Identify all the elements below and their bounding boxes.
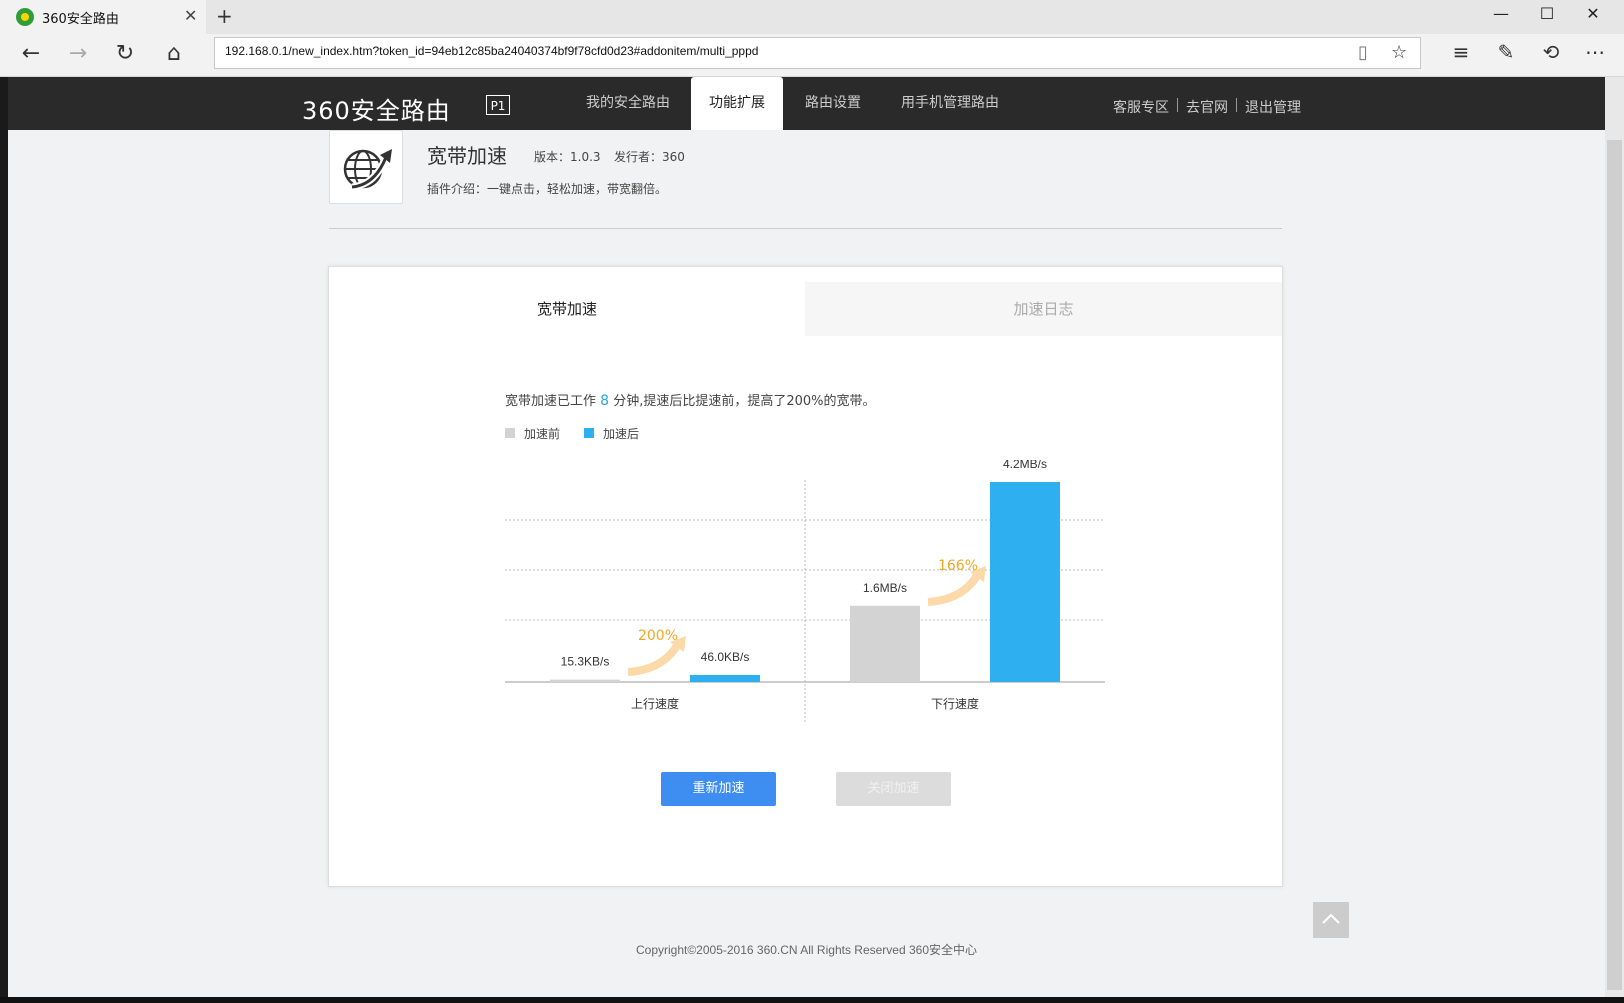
nav-my-router[interactable]: 我的安全路由 [573, 77, 683, 130]
taskbar [0, 997, 1624, 1003]
divider [1177, 98, 1178, 112]
home-icon[interactable]: ⌂ [157, 41, 191, 66]
scrollbar-thumb[interactable] [1607, 140, 1622, 990]
more-icon[interactable]: ⋯ [1580, 40, 1610, 64]
favorite-star-icon[interactable]: ☆ [1391, 42, 1407, 63]
favicon-icon [16, 8, 34, 26]
logo-badge: P1 [486, 95, 510, 115]
back-to-top-button[interactable] [1313, 902, 1349, 938]
growth-arrow-1 [927, 571, 982, 606]
legend-swatch-after [584, 428, 594, 438]
hub-icon[interactable]: ≡ [1446, 40, 1476, 64]
globe-arrow-icon [329, 130, 403, 204]
summary-prefix: 宽带加速已工作 [505, 394, 597, 409]
data-label-before-1: 1.6MB/s [863, 581, 907, 595]
tab-broadband-acceleration[interactable]: 宽带加速 [329, 282, 805, 336]
plugin-publisher: 发行者：360 [614, 150, 685, 164]
plugin-description: 插件介绍：一键点击，轻松加速，带宽翻倍。 [427, 182, 668, 196]
growth-annotation-1: 166% [938, 558, 978, 574]
plugin-version: 版本：1.0.3 [534, 150, 601, 164]
new-tab-button[interactable]: + [216, 4, 233, 28]
back-icon[interactable]: ← [14, 41, 48, 66]
tab-strip [0, 0, 1624, 34]
bar-before-1 [850, 605, 920, 682]
bar-before-0 [550, 679, 620, 682]
divider [1236, 98, 1237, 112]
acceleration-summary: 宽带加速已工作 8 分钟,提速后比提速前，提高了200%的宽带。 [505, 390, 876, 409]
tab-title: 360安全路由 [42, 12, 119, 27]
growth-arrow-0 [627, 641, 682, 676]
close-window-button[interactable]: ✕ [1570, 4, 1616, 23]
refresh-icon[interactable]: ↻ [108, 41, 142, 66]
reading-view-icon[interactable]: ▯ [1358, 42, 1368, 63]
legend-label-before: 加速前 [524, 427, 561, 441]
tab-acceleration-log[interactable]: 加速日志 [805, 282, 1282, 336]
legend-label-after: 加速后 [603, 427, 640, 441]
divider [329, 228, 1282, 229]
share-icon[interactable]: ⟲ [1536, 40, 1566, 64]
web-note-icon[interactable]: ✎ [1491, 40, 1521, 64]
data-label-after-1: 4.2MB/s [1003, 460, 1047, 471]
link-logout[interactable]: 退出管理 [1245, 97, 1301, 117]
link-support[interactable]: 客服专区 [1113, 97, 1169, 117]
nav-extensions[interactable]: 功能扩展 [691, 77, 783, 130]
logo[interactable]: 360安全路由 [302, 91, 451, 126]
maximize-button[interactable]: ☐ [1524, 4, 1570, 23]
address-text[interactable]: 192.168.0.1/new_index.htm?token_id=94eb1… [225, 44, 758, 58]
bar-after-1 [990, 482, 1060, 682]
nav-mobile-manage[interactable]: 用手机管理路由 [892, 77, 1008, 130]
plugin-title: 宽带加速 [427, 144, 507, 168]
bar-after-0 [690, 674, 760, 682]
growth-annotation-0: 200% [638, 628, 678, 644]
data-label-before-0: 15.3KB/s [561, 655, 610, 669]
minimize-button[interactable]: — [1478, 4, 1524, 23]
stop-acceleration-button[interactable]: 关闭加速 [836, 772, 951, 806]
tab-close-icon[interactable]: ✕ [184, 6, 197, 25]
restart-acceleration-button[interactable]: 重新加速 [661, 772, 776, 806]
legend-swatch-before [505, 428, 515, 438]
category-label-0: 上行速度 [631, 696, 679, 711]
speed-bar-chart: 15.3KB/s 46.0KB/s 上行速度 200% 1.6MB/s 4.2MB/s 下行… [505, 460, 1105, 722]
data-label-after-0: 46.0KB/s [701, 650, 750, 664]
summary-suffix: 分钟,提速后比提速前，提高了200%的宽带。 [613, 394, 876, 409]
forward-icon[interactable]: → [61, 41, 95, 66]
footer-copyright: Copyright©2005-2016 360.CN All Rights Re… [635, 943, 977, 957]
link-official-site[interactable]: 去官网 [1186, 97, 1228, 117]
category-label-1: 下行速度 [931, 696, 979, 711]
chevron-up-icon [1322, 913, 1340, 924]
nav-router-settings[interactable]: 路由设置 [792, 77, 874, 130]
summary-minutes: 8 [600, 393, 610, 409]
